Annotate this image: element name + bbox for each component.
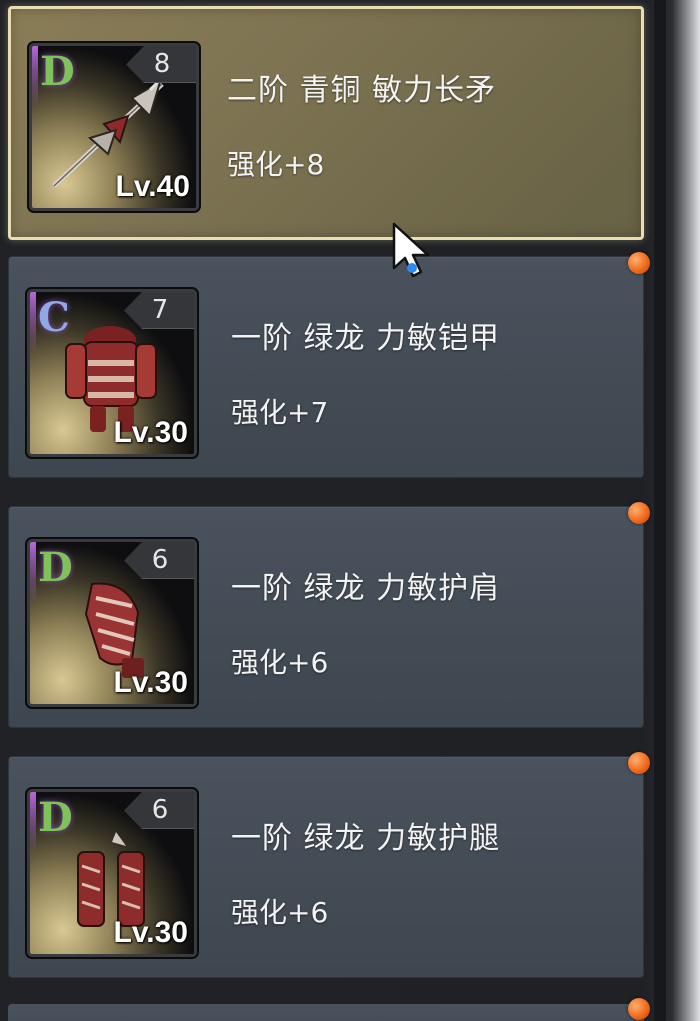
item-level: Lv.40: [115, 170, 191, 203]
equipment-card-partial[interactable]: [8, 1004, 644, 1021]
notification-dot: [628, 998, 650, 1020]
item-grade: D: [40, 48, 75, 95]
item-level: Lv.30: [113, 916, 189, 949]
item-enhance-label: 强化+8: [227, 148, 325, 181]
enhance-level-number: 6: [151, 545, 169, 575]
grade-glow: [30, 292, 36, 352]
scrollbar-track[interactable]: [654, 0, 666, 1021]
equipment-card-2[interactable]: C 7 Lv.30 一阶 绿龙 力敏铠甲 强化+7: [8, 256, 644, 478]
item-grade: C: [38, 294, 70, 341]
enhance-level-number: 8: [153, 49, 171, 79]
item-level: Lv.30: [113, 666, 189, 699]
item-icon-frame: C 7 Lv.30: [27, 289, 197, 457]
equipment-list-panel: D 8 Lv.40 二阶 青铜 敏力长矛 强化+8 C 7 Lv.30 一阶 绿…: [0, 0, 700, 1021]
grade-glow: [30, 542, 36, 602]
grade-glow: [32, 46, 38, 106]
grade-glow: [30, 792, 36, 852]
notification-dot: [628, 502, 650, 524]
enhance-level-number: 7: [151, 295, 169, 325]
equipment-card-4[interactable]: D 6 Lv.30 一阶 绿龙 力敏护腿 强化+6: [8, 756, 644, 978]
mouse-cursor-icon: [392, 222, 430, 278]
item-icon-frame: D 6 Lv.30: [27, 789, 197, 957]
item-grade: D: [38, 794, 73, 841]
equipment-card-1[interactable]: D 8 Lv.40 二阶 青铜 敏力长矛 强化+8: [8, 6, 644, 240]
item-name: 一阶 绿龙 力敏护肩: [231, 571, 501, 606]
enhance-level-number: 6: [151, 795, 169, 825]
item-name: 一阶 绿龙 力敏护腿: [231, 821, 501, 856]
item-icon-frame: D 6 Lv.30: [27, 539, 197, 707]
item-level: Lv.30: [113, 416, 189, 449]
item-name: 一阶 绿龙 力敏铠甲: [231, 321, 501, 356]
notification-dot: [628, 252, 650, 274]
item-name: 二阶 青铜 敏力长矛: [227, 73, 497, 108]
item-icon-frame: D 8 Lv.40: [29, 43, 199, 211]
item-enhance-label: 强化+6: [231, 896, 329, 929]
item-enhance-label: 强化+7: [231, 396, 329, 429]
equipment-card-3[interactable]: D 6 Lv.30 一阶 绿龙 力敏护肩 强化+6: [8, 506, 644, 728]
item-enhance-label: 强化+6: [231, 646, 329, 679]
item-grade: D: [38, 544, 73, 591]
notification-dot: [628, 752, 650, 774]
